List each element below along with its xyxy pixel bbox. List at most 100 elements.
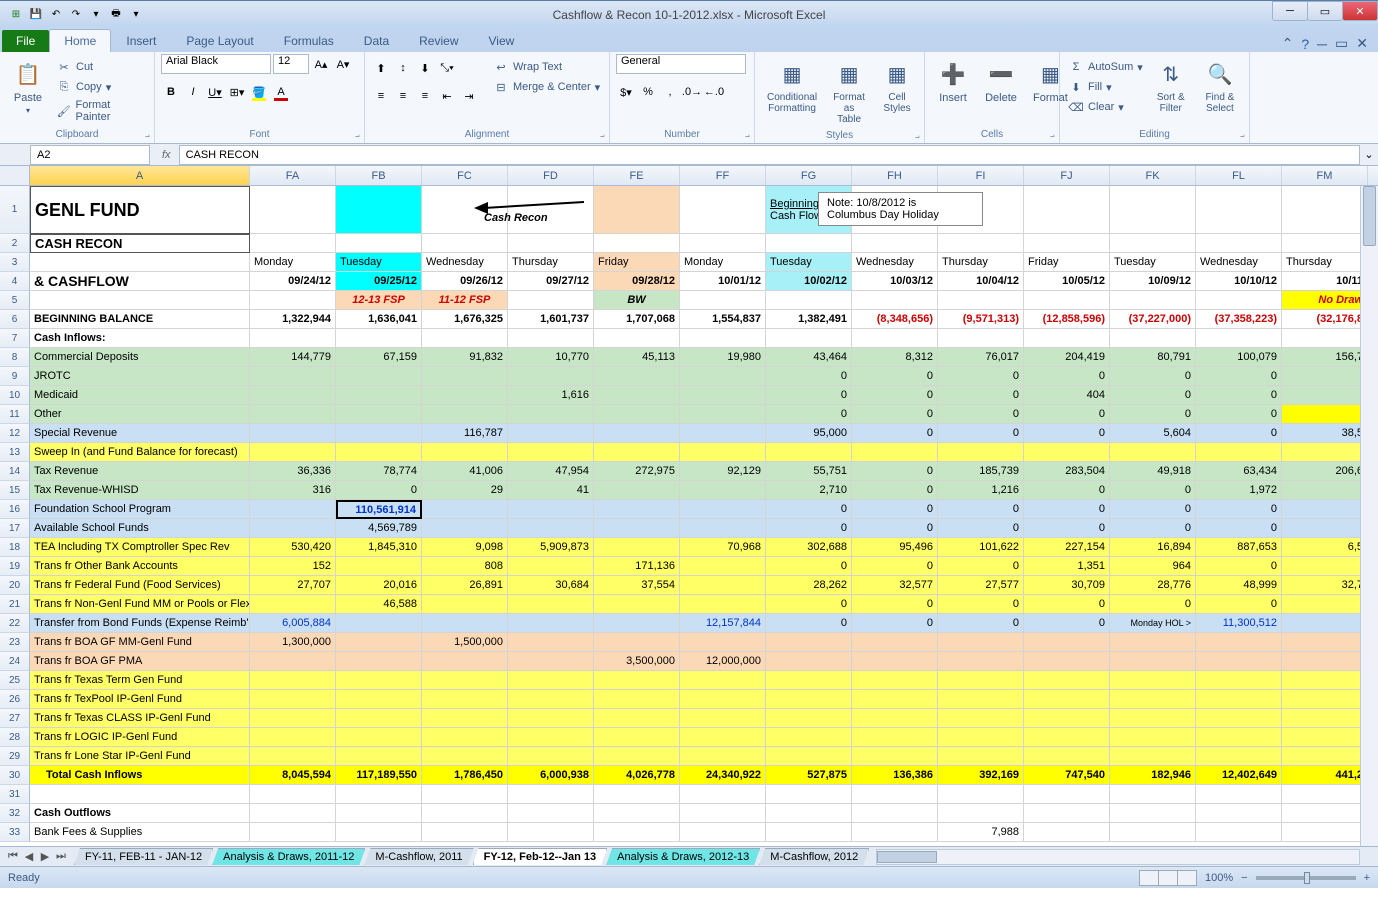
spreadsheet-grid[interactable]: A FA FB FC FD FE FF FG FH FI FJ FK FL FM… [0,166,1378,846]
underline-button[interactable]: U▾ [205,82,225,102]
cell[interactable]: 1,616 [508,386,594,405]
cell[interactable] [336,709,422,728]
cell[interactable] [336,728,422,747]
cell[interactable] [594,367,680,386]
cell[interactable] [250,595,336,614]
name-box[interactable]: A2 [30,145,150,165]
cell[interactable]: Trans fr Texas Term Gen Fund [30,671,250,690]
cell[interactable] [508,671,594,690]
col-header-A[interactable]: A [30,166,250,185]
cell[interactable]: 49,918 [1110,462,1196,481]
cell[interactable]: 28,776 [1110,576,1196,595]
file-tab[interactable]: File [2,30,49,52]
cell[interactable]: Tax Revenue-WHISD [30,481,250,500]
cell[interactable]: 09/28/12 [594,272,680,291]
cell[interactable]: Special Revenue [30,424,250,443]
cell[interactable]: 100,079 [1196,348,1282,367]
cell[interactable] [1282,728,1368,747]
doc-close-icon[interactable]: ✕ [1356,35,1368,52]
row-header[interactable]: 7 [0,329,30,348]
cell[interactable] [30,253,250,272]
cell[interactable]: Foundation School Program [30,500,250,519]
cell[interactable]: 91,832 [422,348,508,367]
cell[interactable] [680,405,766,424]
cell[interactable]: 0 [1024,405,1110,424]
cell[interactable]: 4,569,789 [336,519,422,538]
align-bottom-button[interactable]: ⬇ [415,58,435,78]
cell[interactable] [680,690,766,709]
cell[interactable]: Monday HOL > [1110,614,1196,633]
view-normal-button[interactable] [1139,870,1159,886]
cell[interactable]: 0 [938,405,1024,424]
cell[interactable]: 76,017 [938,348,1024,367]
cell[interactable]: 20,016 [336,576,422,595]
cell[interactable] [1110,234,1196,253]
tab-next-icon[interactable]: ▶ [38,850,52,863]
cell[interactable]: 5,604 [1110,424,1196,443]
cell[interactable] [336,804,422,823]
cell[interactable] [766,785,852,804]
cell[interactable] [680,234,766,253]
italic-button[interactable]: I [183,82,203,102]
cell[interactable] [1196,690,1282,709]
cell[interactable] [1196,186,1282,234]
cell[interactable]: GENL FUND [30,186,250,234]
cell[interactable] [508,291,594,310]
cell[interactable] [422,671,508,690]
cell[interactable]: 171,136 [594,557,680,576]
cell[interactable] [1024,785,1110,804]
cell[interactable]: 28,262 [766,576,852,595]
cell[interactable] [852,671,938,690]
cell[interactable] [594,747,680,766]
cell[interactable] [508,500,594,519]
cell[interactable] [1282,690,1368,709]
cell[interactable] [508,614,594,633]
cell[interactable]: 5,909,873 [508,538,594,557]
cell[interactable]: 6,005,884 [250,614,336,633]
cell[interactable] [508,519,594,538]
cell[interactable] [594,186,680,234]
cell[interactable] [680,500,766,519]
cell[interactable] [1282,386,1368,405]
redo-icon[interactable]: ↷ [68,7,84,23]
cell[interactable] [1196,823,1282,842]
view-layout-button[interactable] [1158,870,1178,886]
copy-button[interactable]: ⎘Copy ▾ [54,78,148,96]
cell[interactable]: 0 [766,557,852,576]
cell[interactable] [1024,633,1110,652]
cell[interactable]: 272,975 [594,462,680,481]
cell[interactable] [1110,186,1196,234]
cell[interactable]: Transfer from Bond Funds (Expense Reimb'… [30,614,250,633]
cell[interactable]: 0 [938,595,1024,614]
cell[interactable] [680,728,766,747]
col-header[interactable]: FE [594,166,680,185]
cell[interactable]: 0 [1024,595,1110,614]
cell[interactable] [938,443,1024,462]
cell[interactable]: TEA Including TX Comptroller Spec Rev [30,538,250,557]
cell[interactable]: 0 [1024,367,1110,386]
cell[interactable] [250,671,336,690]
cell[interactable]: 41 [508,481,594,500]
cell[interactable]: 36,336 [250,462,336,481]
cell[interactable]: 0 [1024,481,1110,500]
save-icon[interactable]: 💾 [28,7,44,23]
row-header[interactable]: 11 [0,405,30,424]
col-header[interactable]: FD [508,166,594,185]
cell[interactable]: 29 [422,481,508,500]
cell[interactable] [938,652,1024,671]
cell[interactable]: BEGINNING BALANCE [30,310,250,329]
undo-icon[interactable]: ↶ [48,7,64,23]
cell[interactable]: 10/04/12 [938,272,1024,291]
cell[interactable] [336,652,422,671]
cell[interactable]: 0 [1196,367,1282,386]
cell[interactable] [336,690,422,709]
cell[interactable]: Thursday [938,253,1024,272]
comma-button[interactable]: , [660,82,680,102]
cell[interactable]: 302,688 [766,538,852,557]
cell[interactable] [250,690,336,709]
cell[interactable]: 404 [1024,386,1110,405]
cell[interactable]: 92,129 [680,462,766,481]
cell[interactable]: 1,382,491 [766,310,852,329]
sheet-tab[interactable]: Analysis & Draws, 2012-13 [606,848,760,865]
cell[interactable] [594,671,680,690]
